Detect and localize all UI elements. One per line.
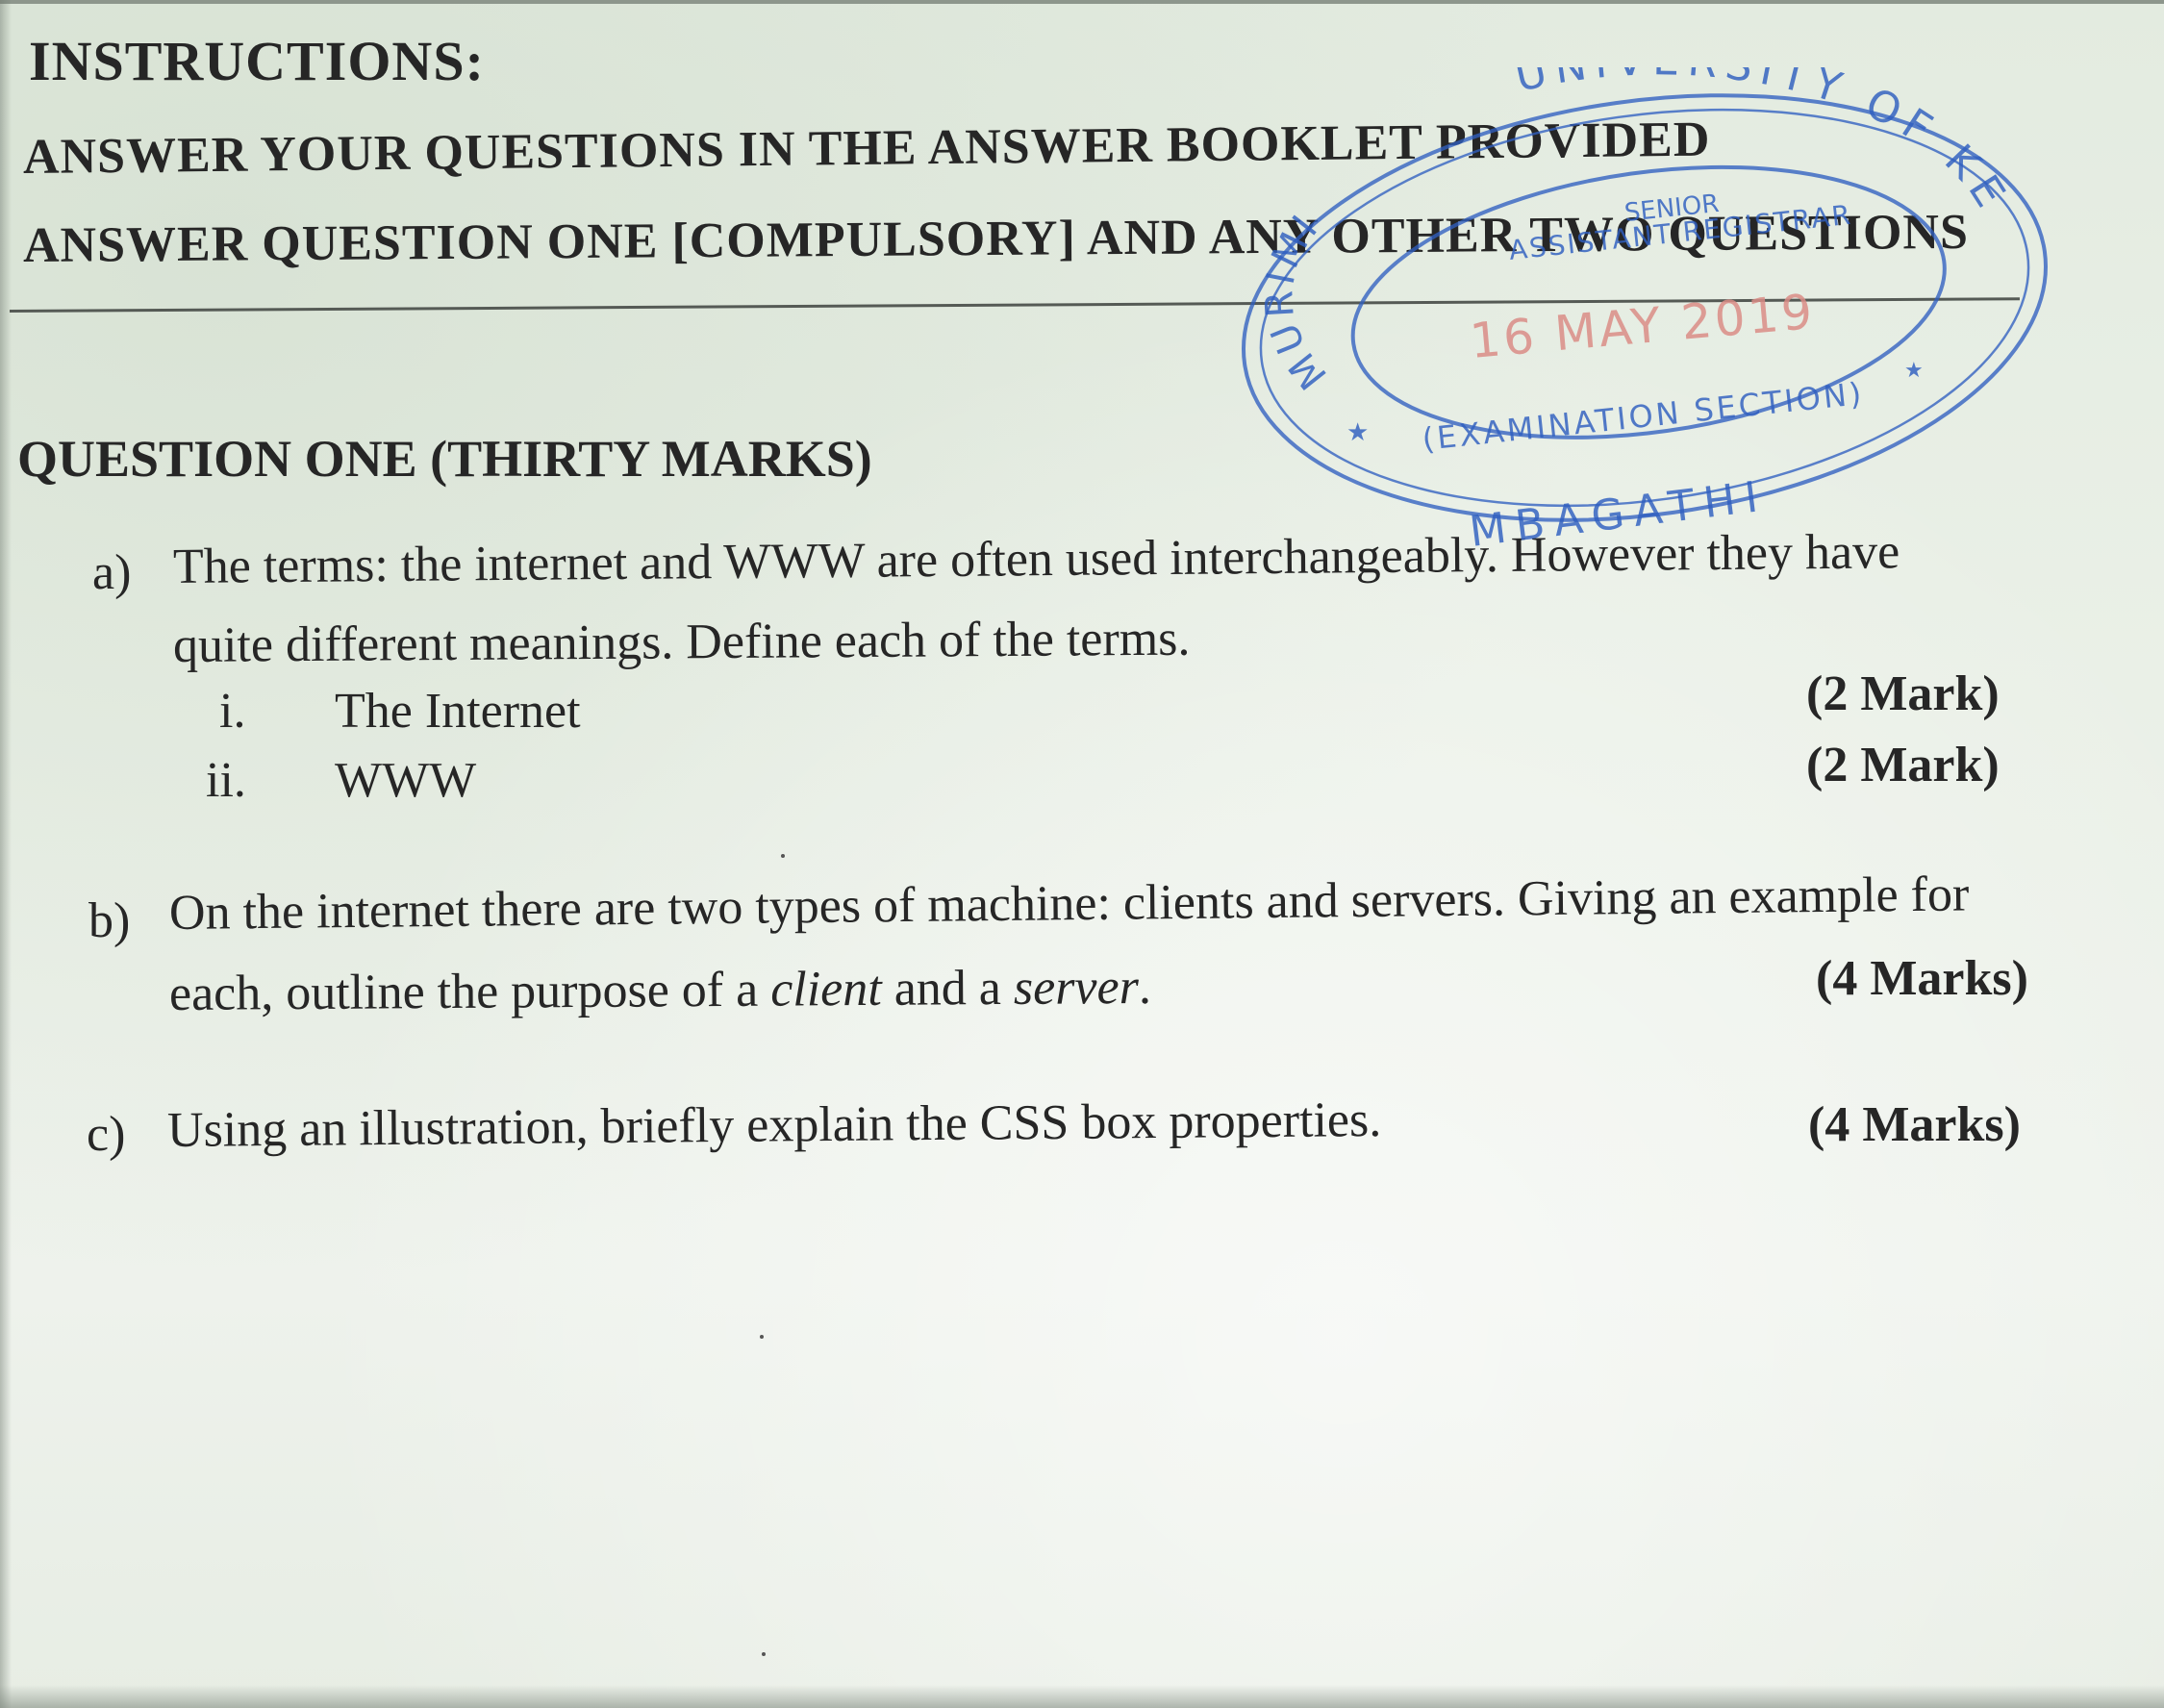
subpart-ii-label: ii. (206, 753, 246, 808)
stamp-date: 16 MAY 2019 (1468, 284, 1817, 369)
subpart-ii-marks: (2 Mark) (1806, 738, 2000, 792)
part-b-text-line-1: On the internet there are two types of m… (168, 867, 1970, 941)
subpart-i-label: i. (219, 684, 246, 739)
part-c-label: c) (87, 1107, 126, 1162)
part-b-client-term: client (770, 961, 882, 1017)
part-a-label: a) (92, 545, 132, 600)
paper-speck (760, 1335, 764, 1339)
instructions-title: INSTRUCTIONS: (29, 30, 485, 92)
stamp-star-right: ★ (1904, 359, 1924, 383)
part-b-marks: (4 Marks) (1816, 951, 2028, 1006)
part-b-server-term: server (1013, 959, 1140, 1016)
instruction-line-1: ANSWER YOUR QUESTIONS IN THE ANSWER BOOK… (22, 112, 1711, 185)
paper-top-edge (0, 0, 2164, 4)
part-b-line2-mid: and a (881, 960, 1015, 1017)
subpart-ii-text: WWW (335, 753, 477, 808)
paper-bottom-shadow (0, 1685, 2164, 1708)
instruction-line-2: ANSWER QUESTION ONE [COMPULSORY] AND ANY… (22, 204, 1970, 273)
part-b-text-line-2: each, outline the purpose of a client an… (169, 959, 1151, 1022)
stamp-section: (EXAMINATION SECTION) (1421, 375, 1866, 458)
part-c-text: Using an illustration, briefly explain t… (166, 1092, 1382, 1158)
part-c-marks: (4 Marks) (1808, 1097, 2021, 1152)
paper-speck (762, 1652, 766, 1656)
subpart-i-marks: (2 Mark) (1806, 666, 2000, 721)
part-a-text-line-2: quite different meanings. Define each of… (172, 611, 1191, 673)
subpart-i-text: The Internet (335, 684, 581, 739)
exam-paper: INSTRUCTIONS: ANSWER YOUR QUESTIONS IN T… (0, 0, 2164, 1708)
paper-speck (781, 854, 785, 858)
question-one-title: QUESTION ONE (THIRTY MARKS) (17, 430, 872, 488)
part-a-text-line-1: The terms: the internet and WWW are ofte… (172, 524, 1900, 594)
stamp-star-left: ★ (1346, 418, 1369, 447)
part-b-label: b) (88, 893, 131, 948)
part-b-line2-start: each, outline the purpose of a (168, 962, 771, 1021)
section-divider (9, 297, 2020, 313)
part-b-line2-end: . (1138, 959, 1152, 1015)
paper-left-shadow (0, 0, 12, 1708)
